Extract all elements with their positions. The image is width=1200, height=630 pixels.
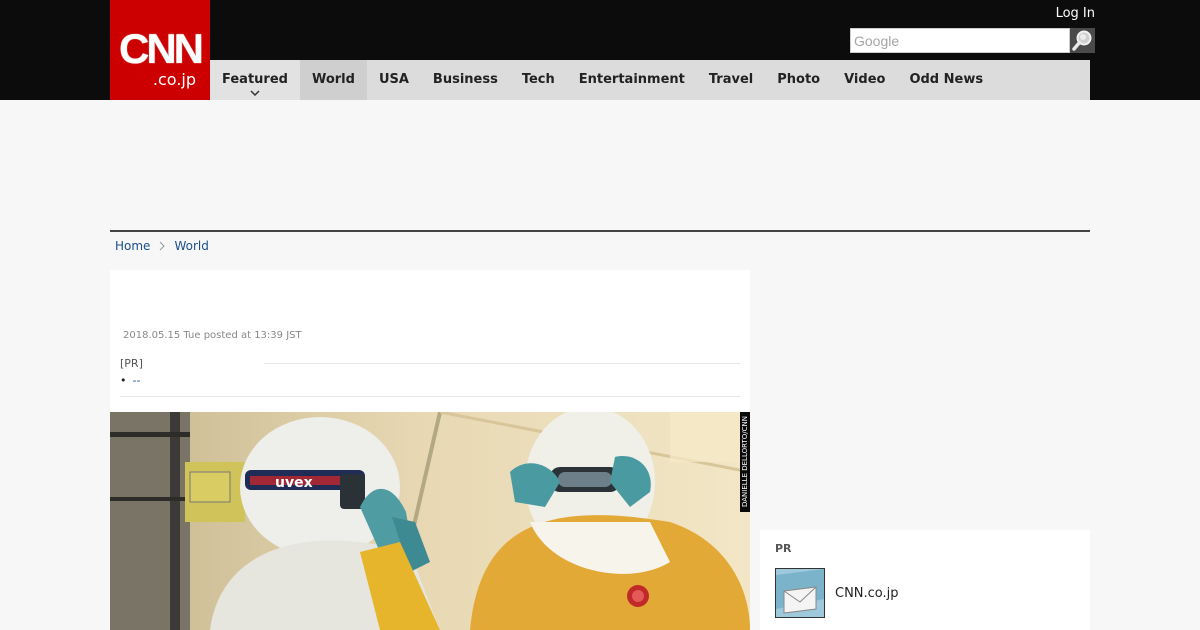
nav-item-label: Entertainment [578,72,685,87]
article-datetime: 2018.05.15 Tue posted at 13:39 JST [123,330,302,341]
nav-item-video[interactable]: Video [832,60,897,100]
pr-label: [PR] [120,357,143,370]
search-button[interactable] [1070,28,1095,53]
nav-item-usa[interactable]: USA [367,60,421,100]
search-input[interactable] [850,28,1070,53]
nav-item-label: USA [378,72,409,87]
main-nav: Featured World USA Business Tech Enterta… [210,60,1090,100]
photo-credit: DANIELLE DELLORTO/CNN [740,412,750,512]
sidebar-pr-box: PR CNN.co.jp [760,530,1090,630]
mail-icon [776,569,824,617]
nav-item-label: Travel [708,72,754,87]
nav-item-label: Business [432,72,498,87]
nav-item-label: Photo [777,72,821,87]
nav-item-label: Featured [222,72,288,87]
bullet: • [120,374,127,387]
nav-item-tech[interactable]: Tech [510,60,567,100]
ebola-workers-image: uvex [110,412,750,630]
logo-main-text: CNN [119,25,204,72]
article-photo: uvex DANIELLE DELLORTO/CNN [110,412,750,630]
chevron-down-icon [250,90,260,96]
sidebar-pr-heading: PR [775,542,792,555]
divider [264,363,740,364]
nav-item-label: World [311,72,355,87]
breadcrumb: Home World [115,237,209,255]
breadcrumb-world-link[interactable]: World [174,237,208,255]
cnn-logo[interactable]: CNN .co.jp [110,0,210,100]
pr-thumbnail[interactable] [775,568,825,618]
logo-sub-text: .co.jp [152,70,196,89]
nav-item-travel[interactable]: Travel [697,60,765,100]
nav-item-label: Tech [521,72,555,87]
nav-item-label: Video [844,72,886,87]
nav-item-entertainment[interactable]: Entertainment [567,60,697,100]
divider [120,396,740,397]
pr-list-item: • -- [120,374,140,388]
breadcrumb-home-link[interactable]: Home [115,237,150,255]
nav-item-business[interactable]: Business [421,60,510,100]
chevron-right-icon [160,241,166,251]
ad-divider [110,230,1090,232]
goggle-brand-text: uvex [275,475,313,491]
pr-item-link[interactable]: CNN.co.jp [835,586,899,602]
article-card: 2018.05.15 Tue posted at 13:39 JST [PR] … [110,270,750,630]
top-bar: CNN .co.jp Log In Featured World USA Bus… [0,0,1200,100]
pr-link[interactable]: -- [133,374,141,387]
nav-item-world[interactable]: World [299,60,367,100]
magnifier-icon [1070,28,1095,53]
nav-item-odd-news[interactable]: Odd News [897,60,995,100]
login-link[interactable]: Log In [1056,6,1095,22]
nav-item-label: Odd News [909,72,984,87]
nav-item-featured[interactable]: Featured [210,60,300,100]
nav-item-photo[interactable]: Photo [765,60,832,100]
